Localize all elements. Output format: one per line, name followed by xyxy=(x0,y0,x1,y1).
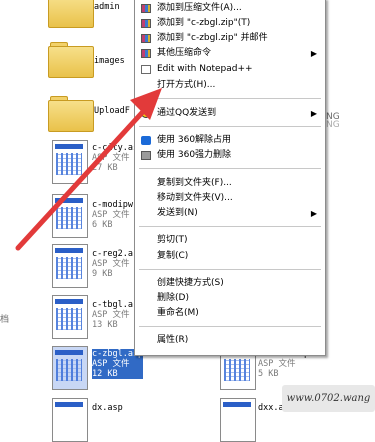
arrow-head xyxy=(130,88,162,120)
watermark: www.0702.wang xyxy=(282,385,375,412)
red-arrow-annotation xyxy=(15,88,162,251)
arrow-shaft xyxy=(15,101,153,251)
